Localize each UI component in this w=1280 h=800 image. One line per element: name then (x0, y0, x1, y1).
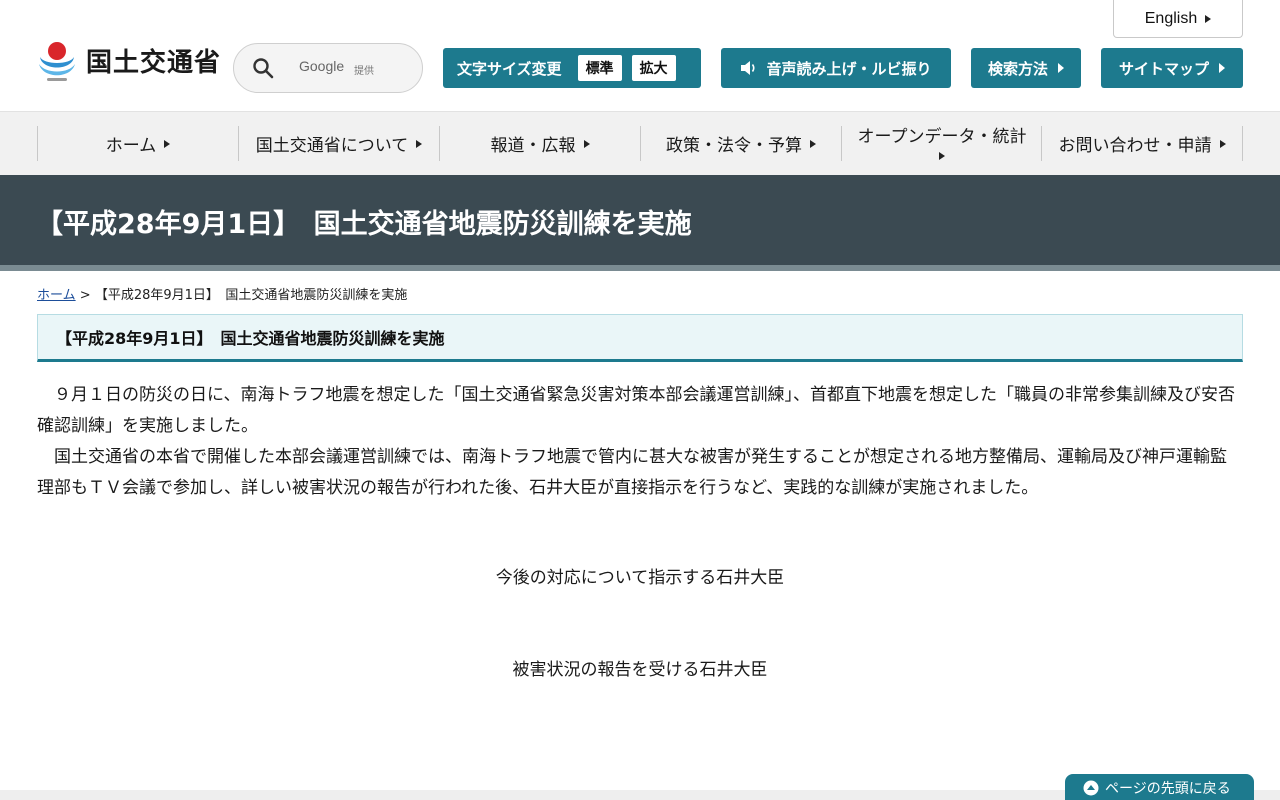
breadcrumb-separator: > (79, 288, 91, 303)
nav-item-label: ホーム (105, 136, 157, 156)
site-logo[interactable]: 国土交通省 (36, 37, 221, 83)
article-body: ９月１日の防災の日に、南海トラフ地震を想定した「国土交通省緊急災害対策本部会議運… (37, 380, 1243, 504)
nav-item-opendata[interactable]: オープンデータ・統計 (841, 126, 1042, 161)
triangle-right-icon (939, 151, 945, 160)
triangle-right-icon (416, 139, 423, 148)
triangle-right-icon (810, 139, 816, 148)
site-search-box[interactable]: Google 提供 (233, 43, 423, 93)
font-size-standard-button[interactable]: 標準 (577, 55, 622, 81)
font-size-control: 文字サイズ変更 標準 拡大 (443, 48, 701, 88)
site-logo-text: 国土交通省 (86, 47, 222, 78)
nav-item-contact[interactable]: お問い合わせ・申請 (1041, 126, 1243, 161)
site-header: 国土交通省 Google 提供 English 文字サイズ変更 標準 拡大 音声… (0, 0, 1280, 112)
speaker-icon (741, 61, 756, 75)
sitemap-button[interactable]: サイトマップ (1101, 48, 1243, 88)
mlit-logo-icon (39, 42, 75, 81)
search-provided-label: 提供 (354, 66, 374, 77)
search-provider-label: Google (299, 58, 345, 74)
font-size-label: 文字サイズ変更 (457, 59, 562, 78)
photo-caption: 今後の対応について指示する石井大臣 (495, 568, 785, 588)
article-paragraph: ９月１日の防災の日に、南海トラフ地震を想定した「国土交通省緊急災害対策本部会議運… (37, 385, 1235, 436)
font-size-large-button[interactable]: 拡大 (631, 55, 676, 81)
voice-reading-label: 音声読み上げ・ルビ振り (766, 59, 932, 78)
sitemap-label: サイトマップ (1118, 59, 1209, 78)
nav-item-label: お問い合わせ・申請 (1058, 136, 1212, 156)
triangle-right-icon (583, 139, 590, 148)
triangle-right-icon (164, 139, 171, 148)
section-heading: 【平成28年9月1日】 国土交通省地震防災訓練を実施 (37, 314, 1243, 362)
breadcrumb-current: 【平成28年9月1日】 国土交通省地震防災訓練を実施 (94, 288, 408, 303)
search-method-label: 検索方法 (987, 59, 1048, 78)
english-label: English (1144, 9, 1198, 27)
nav-item-home[interactable]: ホーム (37, 126, 238, 161)
triangle-right-icon (1219, 63, 1225, 73)
search-method-button[interactable]: 検索方法 (971, 48, 1081, 88)
page-title-band-divider (0, 265, 1280, 271)
triangle-right-icon (1219, 139, 1226, 148)
nav-item-label: 政策・法令・予算 (666, 136, 802, 156)
article-paragraph: 国土交通省の本省で開催した本部会議運営訓練では、南海トラフ地震で管内に甚大な被害… (37, 447, 1227, 498)
triangle-right-icon (1058, 63, 1064, 73)
arrow-up-circle-icon (1083, 780, 1099, 796)
nav-item-label: オープンデータ・統計 (857, 127, 1027, 148)
page-title: 【平成28年9月1日】 国土交通省地震防災訓練を実施 (36, 209, 692, 240)
nav-item-label: 報道・広報 (490, 136, 576, 156)
search-icon[interactable] (252, 57, 274, 79)
nav-item-press[interactable]: 報道・広報 (439, 126, 640, 161)
nav-item-about[interactable]: 国土交通省について (238, 126, 439, 161)
breadcrumb-home-link[interactable]: ホーム (37, 288, 76, 303)
triangle-right-icon (1205, 14, 1212, 23)
nav-item-label: 国土交通省について (255, 136, 409, 156)
voice-reading-button[interactable]: 音声読み上げ・ルビ振り (721, 48, 951, 88)
nav-item-policy[interactable]: 政策・法令・予算 (640, 126, 841, 161)
global-nav: ホーム 国土交通省について 報道・広報 政策・法令・予算 オープンデータ・統計 … (0, 112, 1280, 175)
back-to-top-label: ページの先頭に戻る (1105, 781, 1231, 797)
english-link[interactable]: English (1113, 0, 1243, 38)
photo-caption: 被害状況の報告を受ける石井大臣 (512, 660, 768, 680)
back-to-top-button[interactable]: ページの先頭に戻る (1065, 774, 1254, 800)
breadcrumb: ホーム > 【平成28年9月1日】 国土交通省地震防災訓練を実施 (37, 284, 407, 303)
